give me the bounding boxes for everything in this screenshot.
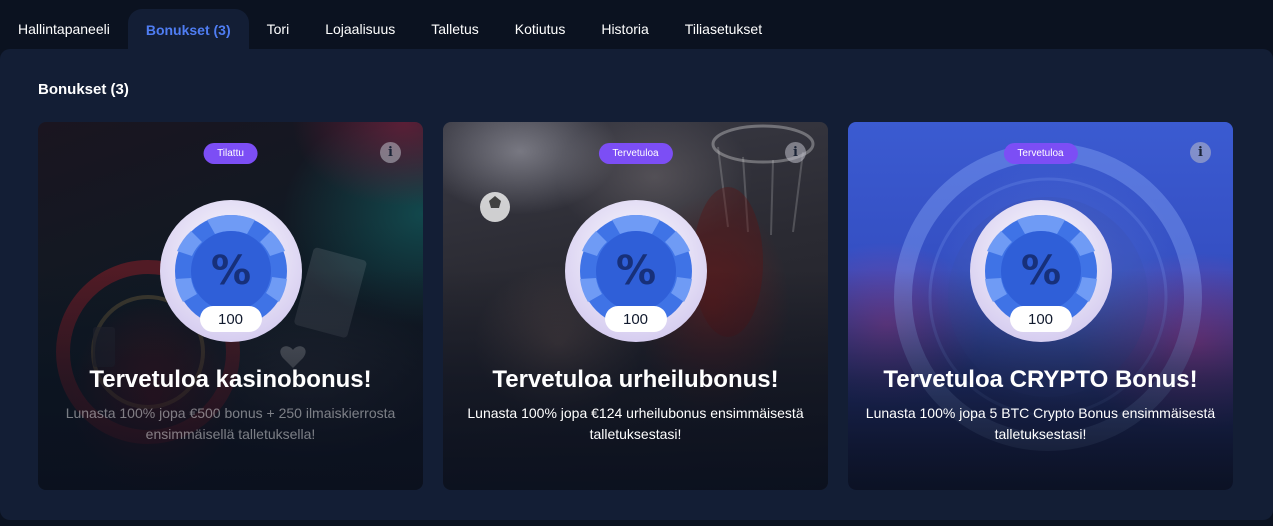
- percent-coin-icon: % 100: [969, 200, 1112, 342]
- status-badge: Tervetuloa: [598, 143, 673, 164]
- tab-bonuses[interactable]: Bonukset (3): [127, 9, 249, 50]
- card-title: Tervetuloa kasinobonus!: [89, 366, 372, 393]
- tab-withdrawal[interactable]: Kotiutus: [497, 9, 584, 49]
- info-icon[interactable]: i: [1190, 142, 1211, 163]
- svg-text:%: %: [1020, 248, 1060, 294]
- tab-loyalty[interactable]: Lojaalisuus: [307, 9, 413, 49]
- bonus-card-casino[interactable]: Tilattu i % 100 Tervetuloa kasinobonus! …: [38, 122, 423, 490]
- tab-account-settings[interactable]: Tiliasetukset: [667, 9, 780, 49]
- card-description: Lunasta 100% jopa €500 bonus + 250 ilmai…: [65, 405, 396, 442]
- status-badge: Tilattu: [203, 143, 258, 164]
- tab-history[interactable]: Historia: [583, 9, 666, 49]
- percent-coin-icon: % 100: [564, 200, 707, 342]
- percent-coin-icon: % 100: [159, 200, 302, 342]
- bonus-card-crypto[interactable]: Tervetuloa i % 100 Tervetuloa CRYPTO Bon…: [848, 122, 1233, 490]
- bonus-amount: 100: [199, 306, 262, 332]
- svg-text:%: %: [210, 248, 250, 294]
- bonus-amount: 100: [1009, 306, 1072, 332]
- bonus-card-sports[interactable]: Tervetuloa i % 100 Tervetuloa urheilubon…: [443, 122, 828, 490]
- info-icon[interactable]: i: [380, 142, 401, 163]
- svg-text:%: %: [615, 248, 655, 294]
- bonuses-panel: Bonukset (3) Tilattu i % 100 Tervetuloa …: [0, 49, 1273, 520]
- card-description: Lunasta 100% jopa 5 BTC Crypto Bonus ens…: [865, 405, 1216, 442]
- info-icon[interactable]: i: [785, 142, 806, 163]
- card-title: Tervetuloa CRYPTO Bonus!: [883, 366, 1198, 393]
- tab-dashboard[interactable]: Hallintapaneeli: [0, 9, 128, 49]
- card-title: Tervetuloa urheilubonus!: [492, 366, 779, 393]
- section-title: Bonukset (3): [38, 81, 129, 98]
- status-badge: Tervetuloa: [1003, 143, 1078, 164]
- bonus-amount: 100: [604, 306, 667, 332]
- tab-deposit[interactable]: Talletus: [413, 9, 496, 49]
- card-description: Lunasta 100% jopa €124 urheilubonus ensi…: [467, 405, 804, 442]
- account-tabs: Hallintapaneeli Bonukset (3) Tori Lojaal…: [0, 0, 1273, 50]
- tab-market[interactable]: Tori: [249, 9, 308, 49]
